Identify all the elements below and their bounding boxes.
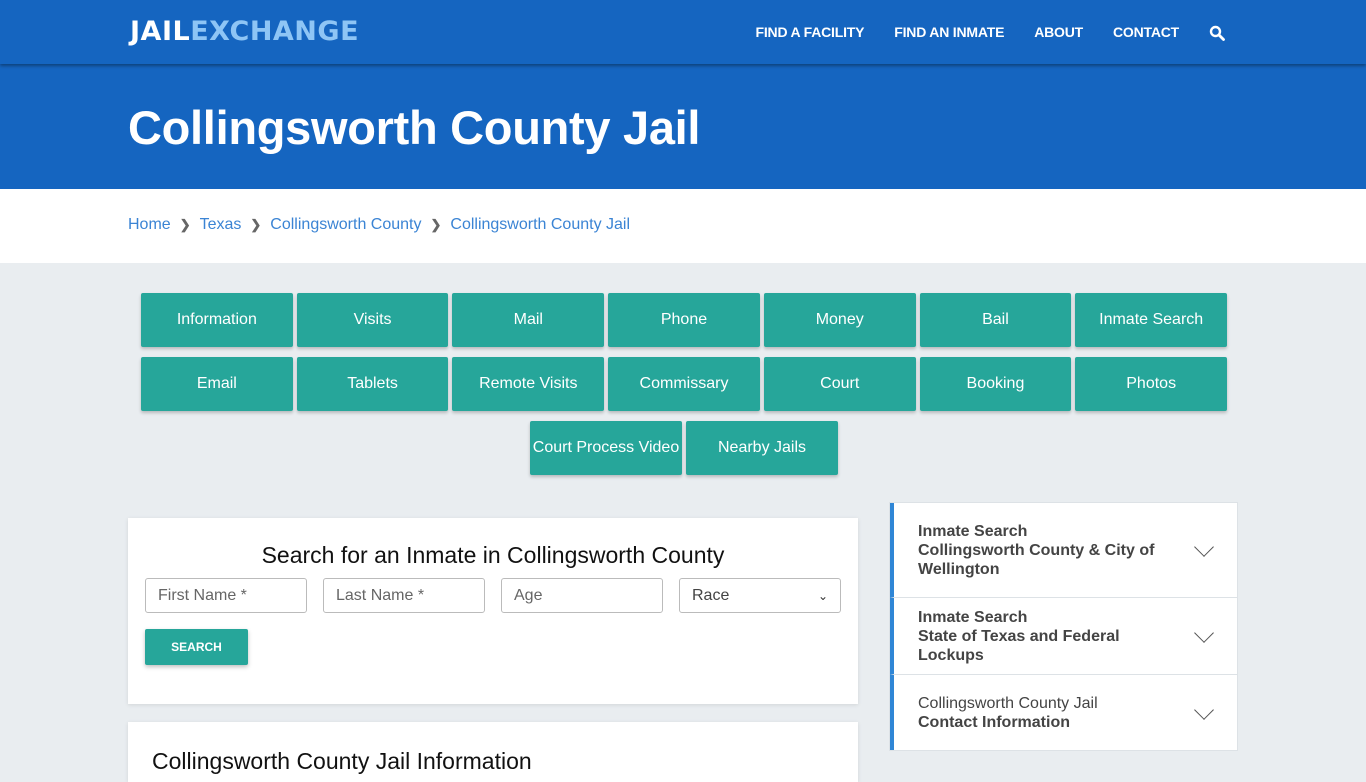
breadcrumb-home[interactable]: Home: [128, 216, 171, 234]
breadcrumb-county[interactable]: Collingsworth County: [270, 216, 421, 234]
accordion-county-inmate-search[interactable]: Inmate Search Collingsworth County & Cit…: [890, 503, 1237, 598]
court-process-video-button[interactable]: Court Process Video: [530, 421, 682, 475]
site-logo[interactable]: JAILEXCHANGE: [130, 16, 359, 47]
logo-text-jail: JAIL: [130, 16, 191, 47]
mail-button[interactable]: Mail: [452, 293, 605, 347]
chevron-down-icon: [1194, 699, 1214, 720]
search-button[interactable]: SEARCH: [145, 629, 248, 665]
accordion-line2: State of Texas and Federal Lockups: [918, 627, 1120, 664]
commissary-button[interactable]: Commissary: [608, 357, 760, 411]
chevron-right-icon: ❯: [179, 217, 191, 232]
breadcrumb: Home ❯ Texas ❯ Collingsworth County ❯ Co…: [128, 216, 630, 234]
information-button[interactable]: Information: [140, 293, 293, 347]
remote-visits-button[interactable]: Remote Visits: [452, 357, 605, 411]
court-button[interactable]: Court: [763, 357, 916, 411]
breadcrumb-state[interactable]: Texas: [200, 216, 242, 234]
button-row-3: Court Process Video Nearby Jails: [139, 421, 1229, 475]
accordion-line2: Contact Information: [918, 713, 1070, 731]
photos-button[interactable]: Photos: [1075, 357, 1228, 411]
chevron-down-icon: [1194, 537, 1214, 557]
main-nav: FIND A FACILITY FIND AN INMATE ABOUT CON…: [726, 0, 1225, 64]
nav-find-facility[interactable]: FIND A FACILITY: [756, 24, 865, 40]
accordion-line2: Collingsworth County & City of Wellingto…: [918, 541, 1155, 578]
bail-button[interactable]: Bail: [919, 293, 1072, 347]
accordion-line1: Collingsworth County Jail: [918, 694, 1098, 712]
sidebar-accordion: Inmate Search Collingsworth County & Cit…: [889, 502, 1238, 751]
accordion-line1: Inmate Search: [918, 608, 1028, 626]
chevron-down-icon: [1194, 623, 1214, 643]
booking-button[interactable]: Booking: [919, 357, 1072, 411]
hero-banner: Collingsworth County Jail: [0, 64, 1366, 189]
email-button[interactable]: Email: [140, 357, 293, 411]
top-navbar: JAILEXCHANGE FIND A FACILITY FIND AN INM…: [0, 0, 1366, 64]
tablets-button[interactable]: Tablets: [296, 357, 449, 411]
last-name-input[interactable]: Last Name *: [323, 578, 485, 613]
visits-button[interactable]: Visits: [296, 293, 449, 347]
accordion-contact-information[interactable]: Collingsworth County Jail Contact Inform…: [890, 675, 1237, 750]
accordion-line1: Inmate Search: [918, 522, 1028, 540]
chevron-right-icon: ❯: [430, 217, 442, 232]
race-select[interactable]: Race ⌄: [679, 578, 841, 613]
money-button[interactable]: Money: [763, 293, 916, 347]
chevron-down-icon: ⌄: [817, 588, 828, 603]
nav-about[interactable]: ABOUT: [1034, 24, 1083, 40]
search-icon[interactable]: [1209, 25, 1225, 41]
button-row-1: Information Visits Mail Phone Money Bail…: [139, 293, 1229, 347]
button-row-2: Email Tablets Remote Visits Commissary C…: [139, 357, 1229, 411]
age-input[interactable]: Age: [501, 578, 663, 613]
page-title: Collingsworth County Jail: [128, 101, 701, 154]
logo-text-exchange: EXCHANGE: [190, 16, 360, 47]
first-name-input[interactable]: First Name *: [145, 578, 307, 613]
info-card-title: Collingsworth County Jail Information: [152, 748, 532, 774]
inmate-search-button[interactable]: Inmate Search: [1075, 293, 1228, 347]
inmate-search-card: Search for an Inmate in Collingsworth Co…: [128, 518, 858, 704]
search-card-title: Search for an Inmate in Collingsworth Co…: [261, 542, 725, 568]
nearby-jails-button[interactable]: Nearby Jails: [686, 421, 838, 475]
nav-find-inmate[interactable]: FIND AN INMATE: [894, 24, 1004, 40]
facility-topic-buttons: Information Visits Mail Phone Money Bail…: [139, 293, 1229, 485]
jail-information-card: Collingsworth County Jail Information: [128, 722, 858, 782]
chevron-right-icon: ❯: [250, 217, 262, 232]
accordion-state-inmate-search[interactable]: Inmate Search State of Texas and Federal…: [890, 598, 1237, 675]
race-select-value: Race: [692, 586, 730, 604]
nav-contact[interactable]: CONTACT: [1113, 24, 1179, 40]
breadcrumb-bar: Home ❯ Texas ❯ Collingsworth County ❯ Co…: [0, 189, 1366, 263]
phone-button[interactable]: Phone: [608, 293, 760, 347]
breadcrumb-jail[interactable]: Collingsworth County Jail: [450, 216, 630, 234]
